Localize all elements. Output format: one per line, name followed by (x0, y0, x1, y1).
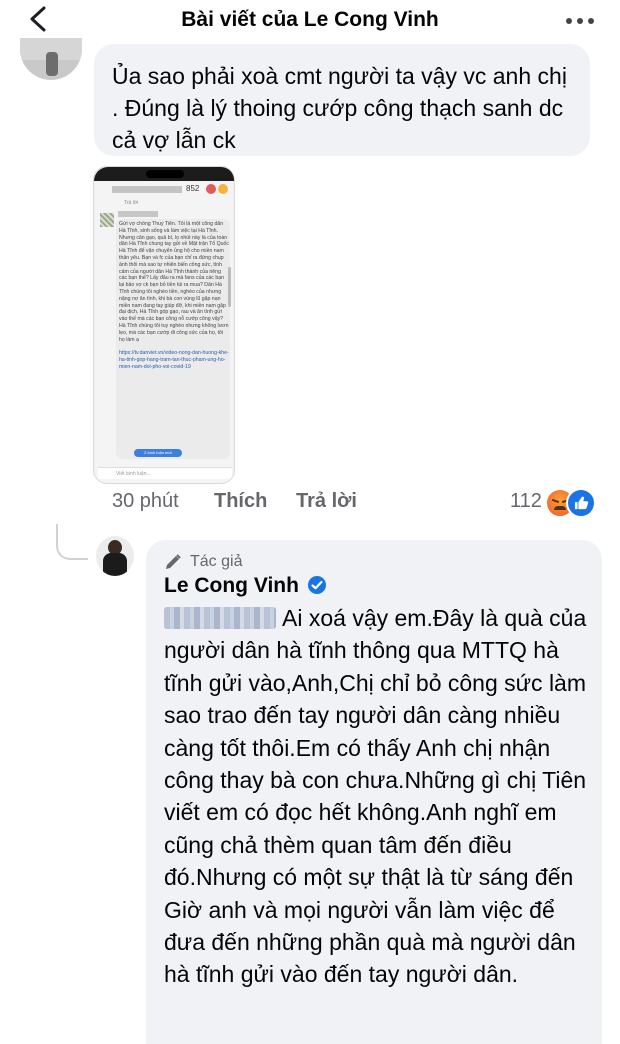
comment-actions: 30 phút Thích Trả lời 112 (112, 488, 602, 518)
reaction-count[interactable]: 112 (510, 490, 542, 513)
attachment-reaction-row: 852 (98, 184, 232, 198)
author-name[interactable]: Le Cong Vinh (164, 574, 299, 597)
header-bar: Bài viết của Le Cong Vinh (0, 0, 620, 44)
reply-text: Ai xoá vậy em.Đây là quà của người dân h… (164, 605, 587, 988)
comment-time: 30 phút (112, 490, 179, 512)
attachment-text: Gửi vợ chồng Thuỷ Tiên. Tôi là một công … (119, 221, 229, 370)
verified-badge-icon (308, 576, 327, 594)
more-icon[interactable] (566, 18, 594, 24)
attachment-avatar (100, 213, 114, 227)
pen-icon (166, 554, 181, 569)
reply-button[interactable]: Trả lời (296, 490, 357, 513)
author-reply-bubble: Tác giả Le Cong Vinh Ai xoá vậy em.Đây l… (146, 540, 602, 1044)
attachment-author-blur (118, 211, 158, 217)
author-avatar[interactable] (96, 536, 134, 576)
page-title: Bài viết của Le Cong Vinh (181, 8, 439, 31)
mentioned-user-blur[interactable] (164, 607, 276, 629)
comment-bubble: Ủa sao phải xoà cmt người ta vậy vc anh … (94, 44, 590, 156)
attachment-new-replies: 2 bình luận mới (134, 449, 182, 457)
like-reaction-icon (566, 488, 596, 518)
attachment-reaction-count: 852 (186, 184, 200, 193)
reply-thread-line (56, 524, 88, 560)
attachment-reply-field: Viết bình luận... (98, 467, 232, 479)
like-button[interactable]: Thích (214, 490, 267, 513)
commenter-avatar[interactable] (20, 38, 82, 80)
comment-text: Ủa sao phải xoà cmt người ta vậy vc anh … (112, 63, 567, 153)
comment-attachment-image[interactable]: 852 Trả lời Gửi vợ chồng Thuỷ Tiên. Tôi … (93, 166, 235, 484)
attachment-tab: Trả lời (124, 200, 139, 206)
